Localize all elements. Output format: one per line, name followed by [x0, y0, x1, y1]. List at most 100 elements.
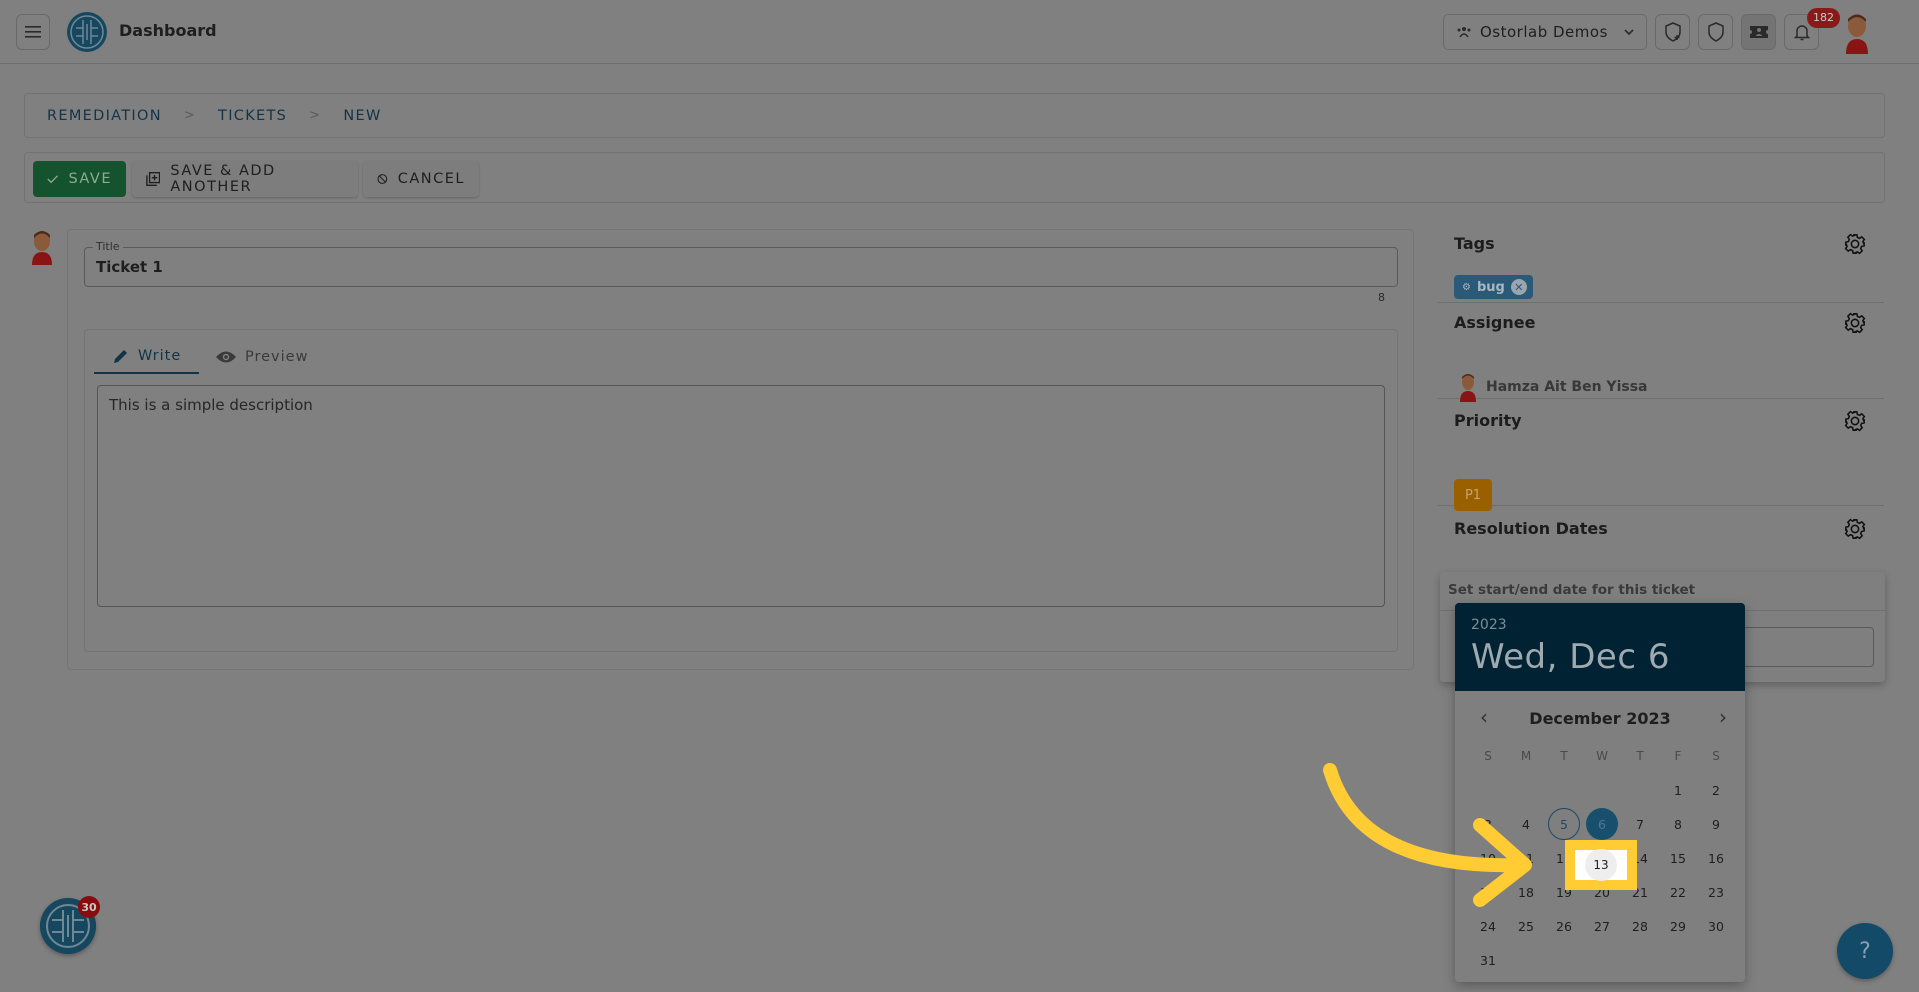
empty-day-cell [1545, 773, 1583, 807]
day-label: 23 [1708, 884, 1724, 900]
ostorlab-logo-icon[interactable] [66, 11, 108, 53]
day-label: 31 [1480, 952, 1496, 968]
day-28[interactable]: 28 [1621, 909, 1659, 943]
day-label: 22 [1670, 884, 1686, 900]
breadcrumb-tickets[interactable]: TICKETS [218, 108, 287, 124]
day-29[interactable]: 29 [1659, 909, 1697, 943]
description-editor: Write Preview This is a simple descripti… [84, 329, 1398, 652]
remove-tag-icon[interactable]: ✕ [1510, 279, 1527, 295]
day-3[interactable]: 3 [1469, 807, 1507, 841]
picker-year[interactable]: 2023 [1471, 617, 1729, 633]
menu-button[interactable] [16, 14, 50, 50]
organization-select[interactable]: Ostorlab Demos [1443, 14, 1647, 50]
highlighted-day[interactable]: 13 [1565, 840, 1637, 890]
description-textarea[interactable]: This is a simple description [97, 385, 1385, 607]
add-scan-button[interactable] [1655, 14, 1690, 50]
day-22[interactable]: 22 [1659, 875, 1697, 909]
empty-day-cell [1469, 773, 1507, 807]
help-icon: ? [1859, 938, 1871, 964]
day-18[interactable]: 18 [1507, 875, 1545, 909]
title-input[interactable]: Ticket 1 [96, 258, 163, 276]
shield-plus-icon [1664, 22, 1681, 42]
library-add-icon [146, 172, 161, 186]
day-label: 29 [1670, 918, 1686, 934]
resolution-dates-settings-gear-icon[interactable] [1844, 518, 1866, 540]
tags-settings-gear-icon[interactable] [1844, 233, 1866, 255]
next-month-button[interactable]: › [1711, 705, 1735, 729]
day-7[interactable]: 7 [1621, 807, 1659, 841]
organization-name: Ostorlab Demos [1480, 23, 1608, 41]
day-label: 9 [1712, 816, 1720, 832]
day-label: 3 [1484, 816, 1492, 832]
assignee-user[interactable]: Hamza Ait Ben Yissa [1458, 372, 1647, 402]
tag-chip-bug[interactable]: ⚙ bug ✕ [1454, 275, 1533, 299]
author-avatar [32, 231, 52, 265]
title-field[interactable]: Title Ticket 1 [84, 240, 1398, 287]
day-31[interactable]: 31 [1469, 943, 1507, 977]
day-25[interactable]: 25 [1507, 909, 1545, 943]
day-23[interactable]: 23 [1697, 875, 1735, 909]
security-button[interactable] [1698, 14, 1733, 50]
help-button[interactable]: ? [1837, 923, 1893, 979]
day-8[interactable]: 8 [1659, 807, 1697, 841]
day-4[interactable]: 4 [1507, 807, 1545, 841]
bug-icon: ⚙ [1462, 281, 1471, 293]
priority-section: Priority [1438, 399, 1884, 506]
day-16[interactable]: 16 [1697, 841, 1735, 875]
priority-settings-gear-icon[interactable] [1844, 410, 1866, 432]
picker-selected-date: Wed, Dec 6 [1471, 637, 1670, 677]
day-label: 1 [1674, 782, 1682, 798]
day-label: 8 [1674, 816, 1682, 832]
chevron-right-icon: › [1719, 705, 1727, 729]
tickets-button[interactable] [1741, 14, 1776, 50]
day-label: 11 [1518, 850, 1534, 866]
tab-preview[interactable]: Preview [215, 340, 308, 374]
month-label: December 2023 [1529, 708, 1671, 728]
day-6[interactable]: 6 [1583, 807, 1621, 841]
day-label: 4 [1522, 816, 1530, 832]
day-24[interactable]: 24 [1469, 909, 1507, 943]
breadcrumb-new: NEW [343, 107, 382, 124]
day-26[interactable]: 26 [1545, 909, 1583, 943]
breadcrumb-separator: > [183, 108, 197, 123]
day-label: 10 [1480, 850, 1496, 866]
day-27[interactable]: 27 [1583, 909, 1621, 943]
day-2[interactable]: 2 [1697, 773, 1735, 807]
day-11[interactable]: 11 [1507, 841, 1545, 875]
weekday-label: T [1636, 749, 1644, 763]
day-label: 5 [1548, 808, 1580, 840]
day-label: 28 [1632, 918, 1648, 934]
weekday-header: SMTWTFS [1469, 749, 1735, 763]
day-9[interactable]: 9 [1697, 807, 1735, 841]
assignee-settings-gear-icon[interactable] [1844, 312, 1866, 334]
block-icon [377, 174, 388, 184]
breadcrumb-remediation[interactable]: REMEDIATION [47, 108, 162, 124]
cancel-label: CANCEL [397, 171, 465, 187]
eye-icon [216, 351, 236, 363]
tab-write[interactable]: Write [94, 340, 199, 374]
resolution-dates-hint: Set start/end date for this ticket [1448, 582, 1696, 598]
day-label: 16 [1708, 850, 1724, 866]
weekday-label: S [1484, 749, 1492, 763]
weekday-label: M [1520, 749, 1532, 763]
day-17[interactable]: 17 [1469, 875, 1507, 909]
empty-day-cell [1583, 773, 1621, 807]
date-picker-header: 2023 Wed, Dec 6 [1455, 603, 1745, 691]
day-5[interactable]: 5 [1545, 807, 1583, 841]
user-avatar[interactable] [1842, 12, 1872, 54]
check-icon [47, 175, 59, 184]
action-toolbar: SAVE SAVE & ADD ANOTHER CANCEL [24, 152, 1885, 203]
day-1[interactable]: 1 [1659, 773, 1697, 807]
day-label: 24 [1480, 918, 1496, 934]
day-30[interactable]: 30 [1697, 909, 1735, 943]
save-button[interactable]: SAVE [33, 161, 126, 197]
ticket-form: Title Ticket 1 8 Write Preview This is a… [67, 229, 1414, 670]
day-15[interactable]: 15 [1659, 841, 1697, 875]
assistant-badge: 30 [78, 896, 100, 918]
resolution-dates-title: Resolution Dates [1454, 519, 1608, 538]
cancel-button[interactable]: CANCEL [363, 161, 479, 197]
day-10[interactable]: 10 [1469, 841, 1507, 875]
save-and-add-another-button[interactable]: SAVE & ADD ANOTHER [132, 161, 358, 197]
group-icon [1457, 27, 1471, 38]
highlighted-day-label: 13 [1585, 849, 1617, 881]
